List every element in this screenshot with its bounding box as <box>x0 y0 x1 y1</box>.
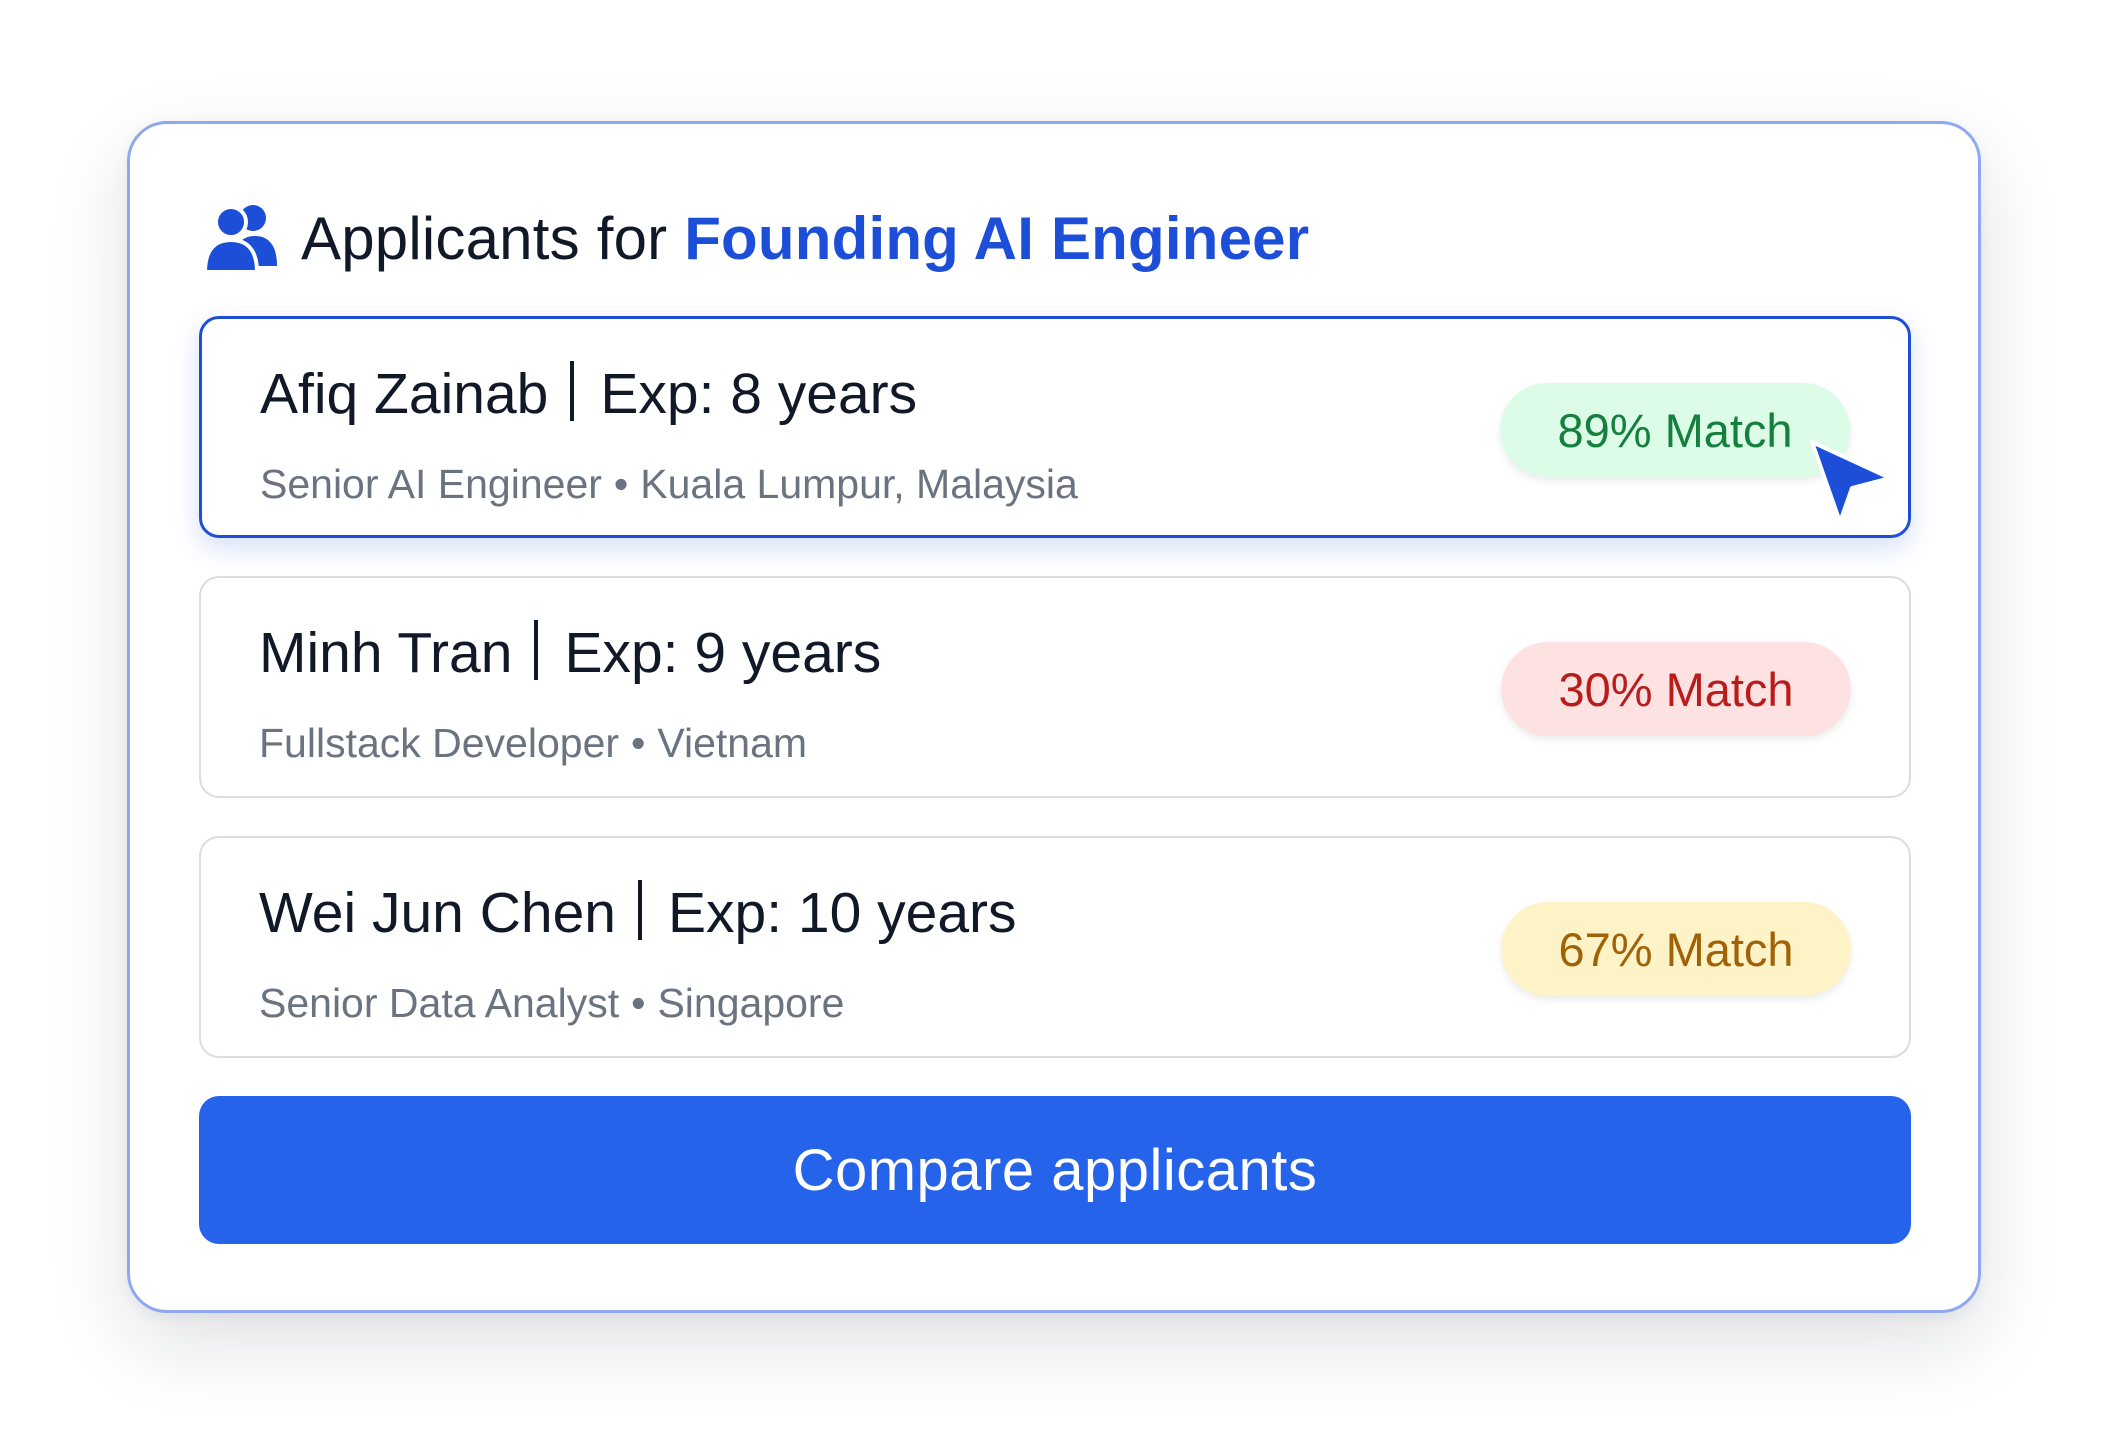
panel-header: Applicants for Founding AI Engineer <box>203 196 1309 280</box>
applicant-card-afiq-zainab[interactable]: Afiq Zainab Exp: 8 years Senior AI Engine… <box>199 316 1911 538</box>
applicant-details: Senior Data Analyst • Singapore <box>259 980 844 1027</box>
applicant-title: Senior AI Engineer <box>260 461 602 507</box>
applicant-location: Kuala Lumpur, Malaysia <box>640 461 1078 507</box>
applicant-card-minh-tran[interactable]: Minh Tran Exp: 9 years Fullstack Develope… <box>199 576 1911 798</box>
separator-dot: • <box>631 720 646 766</box>
applicant-experience: Exp: 8 years <box>600 362 918 426</box>
title-prefix: Applicants for <box>301 204 668 272</box>
applicant-location: Singapore <box>657 980 845 1026</box>
page-title: Applicants for Founding AI Engineer <box>301 204 1309 273</box>
divider <box>534 620 539 680</box>
applicant-location: Vietnam <box>657 720 808 766</box>
applicant-name: Minh Tran <box>259 621 513 685</box>
job-role: Founding AI Engineer <box>684 204 1310 272</box>
applicant-details: Fullstack Developer • Vietnam <box>259 720 807 767</box>
applicant-experience: Exp: 10 years <box>667 881 1017 945</box>
applicant-headline: Minh Tran Exp: 9 years <box>259 620 881 686</box>
pointer-cursor-icon <box>1810 440 1894 529</box>
compare-applicants-button[interactable]: Compare applicants <box>199 1096 1911 1244</box>
separator-dot: • <box>631 980 646 1026</box>
applicant-headline: Wei Jun Chen Exp: 10 years <box>259 880 1017 946</box>
users-icon <box>203 200 279 276</box>
match-badge: 67% Match <box>1501 902 1851 996</box>
divider <box>637 880 642 940</box>
applicant-details: Senior AI Engineer • Kuala Lumpur, Malaysi… <box>260 461 1078 508</box>
match-badge: 89% Match <box>1500 383 1850 477</box>
applicant-name: Wei Jun Chen <box>259 881 616 945</box>
separator-dot: • <box>613 461 629 507</box>
applicant-card-wei-jun-chen[interactable]: Wei Jun Chen Exp: 10 years Senior Data An… <box>199 836 1911 1058</box>
divider <box>570 361 575 421</box>
applicant-title: Senior Data Analyst <box>259 980 620 1026</box>
applicant-headline: Afiq Zainab Exp: 8 years <box>260 361 917 427</box>
applicant-name: Afiq Zainab <box>260 362 549 426</box>
applicant-title: Fullstack Developer <box>259 720 620 766</box>
match-badge: 30% Match <box>1501 642 1851 736</box>
applicant-experience: Exp: 9 years <box>564 621 882 685</box>
